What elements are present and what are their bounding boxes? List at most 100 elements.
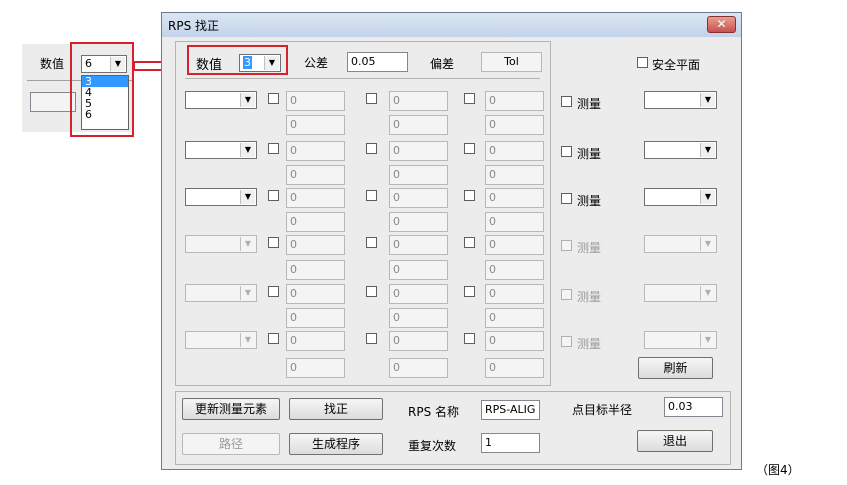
row-5-element-select[interactable]: ▼ xyxy=(185,284,257,302)
figure-label: （图4） xyxy=(756,463,800,477)
row-6-x-checkbox[interactable] xyxy=(268,333,279,344)
chevron-down-icon[interactable]: ▼ xyxy=(240,93,255,107)
row-5-measure-checkbox[interactable] xyxy=(561,289,572,300)
chevron-down-icon[interactable]: ▼ xyxy=(700,286,715,300)
row-3-y-checkbox[interactable] xyxy=(366,190,377,201)
highlight-box-inset xyxy=(70,42,134,137)
row-1-y-top: 0 xyxy=(389,91,448,111)
radius-field[interactable]: 0.03 xyxy=(664,397,723,417)
row-4-x-checkbox[interactable] xyxy=(268,237,279,248)
row-3-z-top: 0 xyxy=(485,188,544,208)
chevron-down-icon[interactable]: ▼ xyxy=(700,333,715,347)
row-3-measure-select[interactable]: ▼ xyxy=(644,188,717,206)
update-elements-button[interactable]: 更新测量元素 xyxy=(182,398,280,420)
row-5-z-bottom: 0 xyxy=(485,308,544,328)
safe-plane-checkbox[interactable] xyxy=(637,57,648,68)
refresh-button[interactable]: 刷新 xyxy=(638,357,713,379)
row-2-y-checkbox[interactable] xyxy=(366,143,377,154)
chevron-down-icon[interactable]: ▼ xyxy=(700,143,715,157)
repeat-field[interactable]: 1 xyxy=(481,433,540,453)
row-5-y-bottom: 0 xyxy=(389,308,448,328)
row-4-measure-select[interactable]: ▼ xyxy=(644,235,717,253)
row-6-measure-select[interactable]: ▼ xyxy=(644,331,717,349)
row-2-z-checkbox[interactable] xyxy=(464,143,475,154)
row-4-z-top: 0 xyxy=(485,235,544,255)
row-1-z-top: 0 xyxy=(485,91,544,111)
row-1-x-bottom: 0 xyxy=(286,115,345,135)
row-1-measure-select[interactable]: ▼ xyxy=(644,91,717,109)
row-1-y-checkbox[interactable] xyxy=(366,93,377,104)
row-3-y-top: 0 xyxy=(389,188,448,208)
row-6-x-top: 0 xyxy=(286,331,345,351)
row-1-x-checkbox[interactable] xyxy=(268,93,279,104)
chevron-down-icon[interactable]: ▼ xyxy=(240,143,255,157)
row-4-measure-checkbox[interactable] xyxy=(561,240,572,251)
row-5-z-top: 0 xyxy=(485,284,544,304)
align-button[interactable]: 找正 xyxy=(289,398,383,420)
row-2-measure-select[interactable]: ▼ xyxy=(644,141,717,159)
row-6-measure-checkbox[interactable] xyxy=(561,336,572,347)
rps-name-field[interactable]: RPS-ALIG xyxy=(481,400,540,420)
row-4-z-checkbox[interactable] xyxy=(464,237,475,248)
row-5-y-checkbox[interactable] xyxy=(366,286,377,297)
repeat-label: 重复次数 xyxy=(408,439,457,453)
row-6-z-checkbox[interactable] xyxy=(464,333,475,344)
row-6-measure-label: 测量 xyxy=(577,337,602,351)
row-4-element-select[interactable]: ▼ xyxy=(185,235,257,253)
row-1-element-select[interactable]: ▼ xyxy=(185,91,257,109)
row-5-x-checkbox[interactable] xyxy=(268,286,279,297)
row-5-z-checkbox[interactable] xyxy=(464,286,475,297)
row-1-measure-label: 测量 xyxy=(577,97,602,111)
row-6-z-top: 0 xyxy=(485,331,544,351)
row-4-y-bottom: 0 xyxy=(389,260,448,280)
row-3-measure-checkbox[interactable] xyxy=(561,193,572,204)
row-6-element-select[interactable]: ▼ xyxy=(185,331,257,349)
row-3-x-bottom: 0 xyxy=(286,212,345,232)
tolerance-field[interactable]: 0.05 xyxy=(347,52,408,72)
row-5-x-bottom: 0 xyxy=(286,308,345,328)
row-6-y-checkbox[interactable] xyxy=(366,333,377,344)
row-2-x-checkbox[interactable] xyxy=(268,143,279,154)
tol-display: Tol xyxy=(481,52,542,72)
row-6-y-bottom: 0 xyxy=(389,358,448,378)
row-5-x-top: 0 xyxy=(286,284,345,304)
row-3-element-select[interactable]: ▼ xyxy=(185,188,257,206)
row-4-measure-label: 测量 xyxy=(577,241,602,255)
deviation-label: 偏差 xyxy=(430,57,455,71)
row-2-measure-checkbox[interactable] xyxy=(561,146,572,157)
row-1-z-checkbox[interactable] xyxy=(464,93,475,104)
row-4-y-checkbox[interactable] xyxy=(366,237,377,248)
row-5-measure-select[interactable]: ▼ xyxy=(644,284,717,302)
title-bar xyxy=(162,13,741,37)
inset-count-label: 数值 xyxy=(40,57,65,71)
row-3-z-checkbox[interactable] xyxy=(464,190,475,201)
path-button[interactable]: 路径 xyxy=(182,433,280,455)
chevron-down-icon[interactable]: ▼ xyxy=(700,93,715,107)
row-3-x-checkbox[interactable] xyxy=(268,190,279,201)
tolerance-label: 公差 xyxy=(304,56,329,70)
chevron-down-icon[interactable]: ▼ xyxy=(700,237,715,251)
generate-program-button[interactable]: 生成程序 xyxy=(289,433,383,455)
row-2-x-top: 0 xyxy=(286,141,345,161)
row-2-z-bottom: 0 xyxy=(485,165,544,185)
exit-button[interactable]: 退出 xyxy=(637,430,713,452)
row-3-z-bottom: 0 xyxy=(485,212,544,232)
close-button[interactable]: ✕ xyxy=(707,16,736,33)
chevron-down-icon[interactable]: ▼ xyxy=(240,333,255,347)
highlight-box-count xyxy=(187,45,288,75)
row-4-z-bottom: 0 xyxy=(485,260,544,280)
window-title: RPS 找正 xyxy=(168,19,220,33)
row-2-element-select[interactable]: ▼ xyxy=(185,141,257,159)
row-1-measure-checkbox[interactable] xyxy=(561,96,572,107)
row-4-y-top: 0 xyxy=(389,235,448,255)
row-5-measure-label: 测量 xyxy=(577,290,602,304)
row-3-y-bottom: 0 xyxy=(389,212,448,232)
row-4-x-bottom: 0 xyxy=(286,260,345,280)
chevron-down-icon[interactable]: ▼ xyxy=(240,237,255,251)
chevron-down-icon[interactable]: ▼ xyxy=(240,190,255,204)
safe-plane-label: 安全平面 xyxy=(652,58,701,72)
row-6-y-top: 0 xyxy=(389,331,448,351)
chevron-down-icon[interactable]: ▼ xyxy=(700,190,715,204)
chevron-down-icon[interactable]: ▼ xyxy=(240,286,255,300)
row-2-y-top: 0 xyxy=(389,141,448,161)
